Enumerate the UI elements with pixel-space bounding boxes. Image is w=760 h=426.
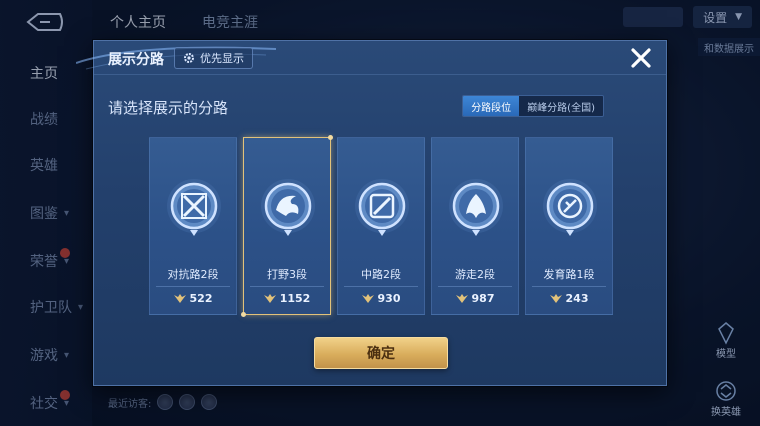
dialog-title: 展示分路	[108, 52, 164, 68]
tab-lane-rank[interactable]: 分路段位	[463, 96, 520, 116]
lane-score-value: 243	[565, 292, 589, 305]
lane-score-value: 1152	[279, 292, 311, 305]
lane-display-dialog: 展示分路 优先显示 请选择展示的分路 分路段位 巅峰分路(全国) 对抗路2段 52…	[76, 40, 667, 386]
lane-label: 对抗路2段	[167, 268, 219, 281]
lane-score: 987	[432, 292, 518, 305]
lane-label: 发育路1段	[543, 268, 595, 281]
priority-display-button[interactable]: 优先显示	[174, 47, 253, 69]
clash-lane-icon	[167, 179, 221, 236]
gear-icon	[184, 53, 194, 63]
corner-spark-icon	[241, 312, 246, 317]
lane-source-toggle: 分路段位 巅峰分路(全国)	[462, 95, 604, 117]
wings-icon	[173, 293, 186, 303]
lane-score-value: 987	[471, 292, 495, 305]
close-button[interactable]	[626, 43, 656, 73]
farm-lane-icon	[543, 179, 597, 236]
tab-peak-lane-national[interactable]: 巅峰分路(全国)	[519, 96, 603, 116]
lane-score-value: 522	[189, 292, 213, 305]
lane-card[interactable]: 打野3段 1152	[241, 135, 333, 317]
divider	[344, 286, 418, 287]
lane-card[interactable]: 对抗路2段 522	[149, 137, 237, 315]
wings-icon	[549, 293, 562, 303]
lane-score: 930	[338, 292, 424, 305]
lane-score: 1152	[244, 292, 330, 305]
divider	[438, 286, 512, 287]
priority-display-label: 优先显示	[200, 52, 244, 65]
wings-icon	[361, 293, 374, 303]
lane-card[interactable]: 发育路1段 243	[525, 137, 613, 315]
dialog-subtitle: 请选择展示的分路	[108, 99, 229, 117]
mid-lane-icon	[355, 179, 409, 236]
lane-score: 243	[526, 292, 612, 305]
lane-card[interactable]: 中路2段 930	[337, 137, 425, 315]
wings-icon	[263, 293, 276, 303]
lane-score: 522	[150, 292, 236, 305]
roam-icon	[449, 179, 503, 236]
lane-score-value: 930	[377, 292, 401, 305]
dialog-header: 展示分路 优先显示	[76, 41, 666, 75]
lane-card-list: 对抗路2段 522 打野3段 1152 中路2段 930 游走2段 987 发育路1段 243	[149, 135, 613, 317]
wings-icon	[455, 293, 468, 303]
divider	[250, 286, 324, 287]
lane-label: 打野3段	[267, 268, 307, 281]
close-icon	[631, 48, 651, 68]
lane-card[interactable]: 游走2段 987	[431, 137, 519, 315]
jungle-icon	[261, 179, 315, 236]
lane-label: 中路2段	[361, 268, 401, 281]
lane-label: 游走2段	[455, 268, 495, 281]
divider	[156, 286, 230, 287]
corner-spark-icon	[328, 135, 333, 140]
divider	[532, 286, 606, 287]
confirm-button[interactable]: 确定	[314, 337, 448, 369]
